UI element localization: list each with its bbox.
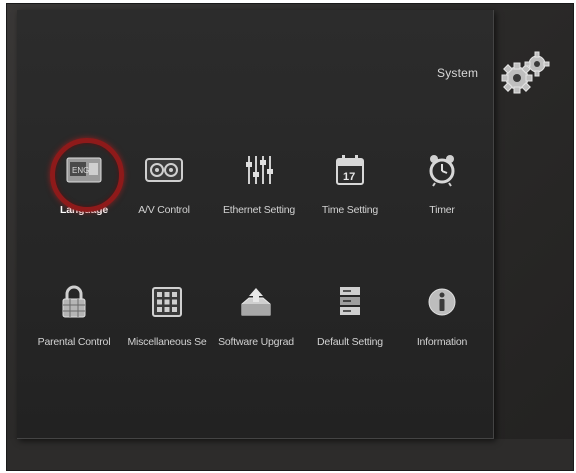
alarm-clock-icon — [422, 150, 462, 190]
bottom-bar — [7, 439, 573, 470]
menu-item-label: Timer — [429, 204, 455, 216]
menu-item-label: Miscellaneous Se — [127, 336, 207, 348]
menu-item-label: Ethernet Setting — [222, 204, 296, 216]
calendar-icon: 17 — [330, 150, 370, 190]
menu-item-default-setting[interactable]: Default Setting — [303, 272, 397, 362]
menu-item-label: A/V Control — [138, 204, 190, 216]
calendar-day: 17 — [343, 171, 355, 183]
page-title: System — [437, 66, 479, 80]
menu-item-miscellaneous[interactable]: Miscellaneous Se — [120, 272, 214, 362]
lock-icon — [54, 282, 94, 322]
menu-item-ethernet-setting[interactable]: Ethernet Setting — [212, 140, 306, 230]
language-icon: ENG — [50, 138, 124, 212]
menu-item-label: Time Setting — [321, 204, 379, 216]
menu-item-time-setting[interactable]: 17 Time Setting — [303, 140, 397, 230]
upgrade-icon — [236, 282, 276, 322]
tv-screen: ENG Language A/V Control Ethernet Settin… — [6, 3, 574, 471]
menu-item-label: Information — [416, 336, 468, 348]
information-icon — [422, 282, 462, 322]
ethernet-setting-icon — [239, 150, 279, 190]
gears-icon — [497, 48, 553, 98]
grid-icon — [147, 282, 187, 322]
system-menu-panel: ENG Language A/V Control Ethernet Settin… — [17, 10, 494, 439]
menu-item-label: Default Setting — [317, 336, 383, 348]
av-control-icon — [144, 150, 184, 190]
menu-item-av-control[interactable]: A/V Control — [117, 140, 211, 230]
menu-item-software-upgrade[interactable]: Software Upgrad — [209, 272, 303, 362]
focus-ring — [50, 138, 124, 212]
menu-item-information[interactable]: Information — [395, 272, 489, 362]
menu-item-parental-control[interactable]: Parental Control — [27, 272, 121, 362]
menu-item-label: Software Upgrad — [218, 336, 294, 348]
default-setting-icon — [330, 282, 370, 322]
menu-item-timer[interactable]: Timer — [395, 140, 489, 230]
menu-item-label: Parental Control — [37, 336, 111, 348]
